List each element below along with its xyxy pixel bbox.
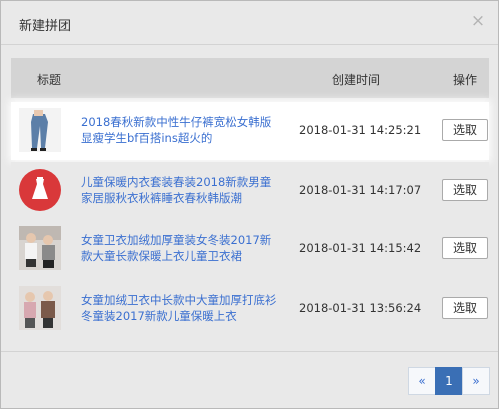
table-row: 2018春秋新款中性牛仔裤宽松女韩版显瘦学生bf百搭ins超火的 2018-01…	[11, 102, 489, 160]
created-time: 2018-01-31 13:56:24	[299, 301, 422, 315]
header-operation: 操作	[453, 73, 478, 87]
select-button[interactable]: 选取	[442, 179, 488, 201]
jeans-photo-icon	[19, 108, 61, 152]
table-header: 标题 创建时间 操作	[11, 58, 489, 98]
created-time: 2018-01-31 14:15:42	[299, 241, 422, 255]
table-row: 女童卫衣加绒加厚童装女冬装2017新款大童长款保暖上衣儿童卫衣裙 2018-01…	[11, 220, 489, 278]
select-button[interactable]: 选取	[442, 237, 488, 259]
prev-page-button[interactable]: «	[408, 367, 436, 395]
dialog-title: 新建拼团	[19, 19, 72, 34]
pagination: « 1 »	[408, 367, 490, 395]
created-time: 2018-01-31 14:17:07	[299, 183, 422, 197]
product-thumbnail	[19, 226, 61, 270]
product-title-link[interactable]: 2018春秋新款中性牛仔裤宽松女韩版显瘦学生bf百搭ins超火的	[81, 114, 281, 146]
footer-divider	[1, 351, 498, 352]
header-title: 标题	[37, 73, 62, 87]
product-thumbnail	[19, 168, 61, 212]
header-created-time: 创建时间	[332, 73, 381, 87]
product-title-link[interactable]: 女童加绒卫衣中长款中大童加厚打底衫冬童装2017新款儿童保暖上衣	[81, 292, 281, 324]
kids-photo-icon	[19, 226, 61, 270]
kids-photo-icon	[19, 286, 61, 330]
dress-icon	[19, 168, 61, 212]
product-thumbnail	[19, 286, 61, 330]
close-icon[interactable]: ×	[468, 11, 488, 31]
select-button[interactable]: 选取	[442, 119, 488, 141]
page-1-button[interactable]: 1	[435, 367, 463, 395]
product-thumbnail	[19, 108, 61, 152]
next-page-button[interactable]: »	[462, 367, 490, 395]
table-row: 女童加绒卫衣中长款中大童加厚打底衫冬童装2017新款儿童保暖上衣 2018-01…	[11, 280, 489, 338]
table-row: 儿童保暖内衣套装春装2018新款男童家居服秋衣秋裤睡衣春秋韩版潮 2018-01…	[11, 162, 489, 220]
product-title-link[interactable]: 女童卫衣加绒加厚童装女冬装2017新款大童长款保暖上衣儿童卫衣裙	[81, 232, 281, 264]
dialog-header: 新建拼团 ×	[1, 1, 498, 45]
select-button[interactable]: 选取	[442, 297, 488, 319]
new-group-dialog: 新建拼团 × 标题 创建时间 操作 2018春秋新款中性牛仔裤宽松女韩版显瘦学生…	[0, 0, 499, 409]
product-title-link[interactable]: 儿童保暖内衣套装春装2018新款男童家居服秋衣秋裤睡衣春秋韩版潮	[81, 174, 281, 206]
created-time: 2018-01-31 14:25:21	[299, 123, 422, 137]
